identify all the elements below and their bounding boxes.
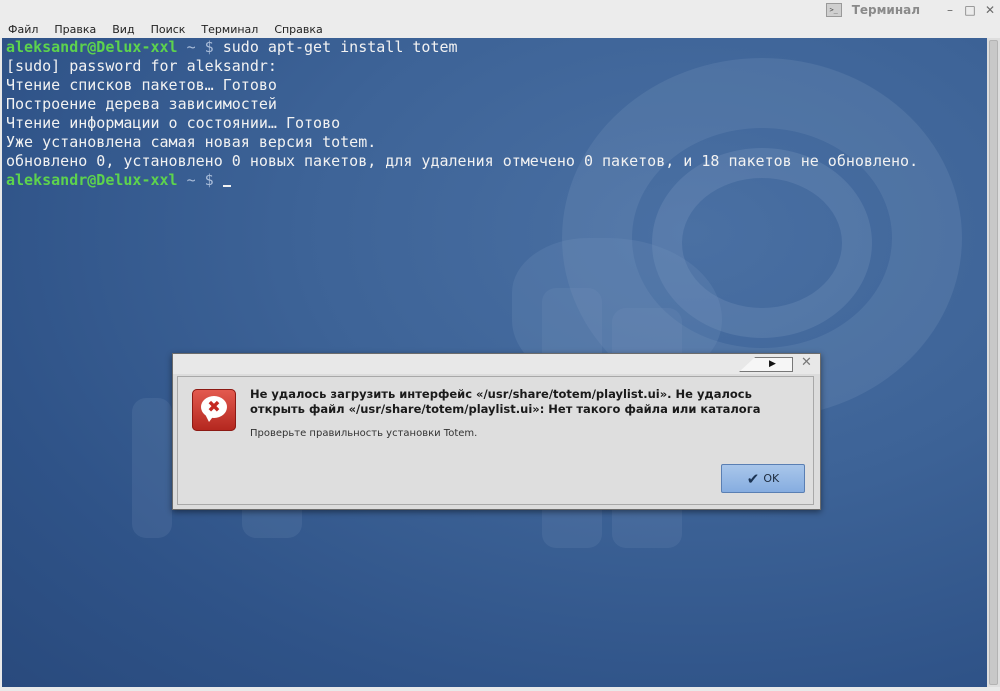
- prompt-user-host: aleksandr@Delux-xxl: [6, 171, 178, 189]
- dialog-close-button[interactable]: ✕: [801, 355, 812, 370]
- error-message-line: Не удалось загрузить интерфейс «/usr/sha…: [250, 387, 752, 401]
- error-message-line: открыть файл «/usr/share/totem/playlist.…: [250, 402, 761, 416]
- menu-help[interactable]: Справка: [268, 23, 330, 36]
- menu-view[interactable]: Вид: [106, 23, 142, 36]
- ok-button-label: OK: [763, 472, 780, 485]
- close-button[interactable]: ✕: [980, 0, 1000, 20]
- command-line: aleksandr@Delux-xxl ~ $ sudo apt-get ins…: [6, 38, 918, 57]
- terminal-window: >_ Терминал – □ ✕ Файл Правка Вид Поиск …: [0, 0, 1000, 691]
- menubar: Файл Правка Вид Поиск Терминал Справка: [0, 20, 1000, 38]
- text-cursor: [222, 171, 231, 187]
- prompt-path: ~ $: [177, 171, 214, 189]
- error-icon: ✖: [192, 389, 236, 431]
- scrollbar[interactable]: [987, 38, 1000, 687]
- maximize-button[interactable]: □: [960, 0, 980, 20]
- play-icon: ▶: [769, 359, 776, 369]
- command-text: sudo apt-get install totem: [213, 38, 458, 56]
- wallpaper-decoration: [132, 398, 172, 538]
- prompt-path: ~ $: [177, 38, 214, 56]
- scrollbar-thumb[interactable]: [989, 40, 998, 685]
- error-hint: Проверьте правильность установки Totem.: [250, 428, 478, 439]
- error-dialog: ▶ ✕ ✖ Не удалось загрузить интерфейс «/u…: [172, 353, 821, 510]
- output-line: Уже установлена самая новая версия totem…: [6, 133, 377, 151]
- terminal-icon: >_: [825, 3, 842, 17]
- ok-button[interactable]: ✔ OK: [721, 464, 805, 493]
- error-message: Не удалось загрузить интерфейс «/usr/sha…: [250, 387, 790, 417]
- output-line: [sudo] password for aleksandr:: [6, 57, 277, 75]
- output-line: обновлено 0, установлено 0 новых пакетов…: [6, 152, 919, 170]
- window-title: Терминал: [851, 3, 920, 17]
- menu-file[interactable]: Файл: [2, 23, 46, 36]
- output-line: Построение дерева зависимостей: [6, 95, 277, 113]
- checkmark-icon: ✔: [746, 469, 760, 488]
- minimize-button[interactable]: –: [940, 0, 960, 20]
- menu-terminal[interactable]: Терминал: [195, 23, 266, 36]
- terminal-text: aleksandr@Delux-xxl ~ $ sudo apt-get ins…: [6, 38, 918, 190]
- menu-edit[interactable]: Правка: [48, 23, 104, 36]
- prompt-line: aleksandr@Delux-xxl ~ $: [6, 171, 918, 190]
- menu-search[interactable]: Поиск: [145, 23, 194, 36]
- totem-app-icon: [739, 357, 793, 372]
- dialog-titlebar[interactable]: ▶ ✕: [173, 354, 820, 374]
- output-line: Чтение списков пакетов… Готово: [6, 76, 277, 94]
- prompt-user-host: aleksandr@Delux-xxl: [6, 38, 178, 56]
- dialog-body: ✖ Не удалось загрузить интерфейс «/usr/s…: [177, 376, 814, 505]
- output-line: Чтение информации о состоянии… Готово: [6, 114, 341, 132]
- window-titlebar[interactable]: >_ Терминал – □ ✕: [0, 0, 1000, 20]
